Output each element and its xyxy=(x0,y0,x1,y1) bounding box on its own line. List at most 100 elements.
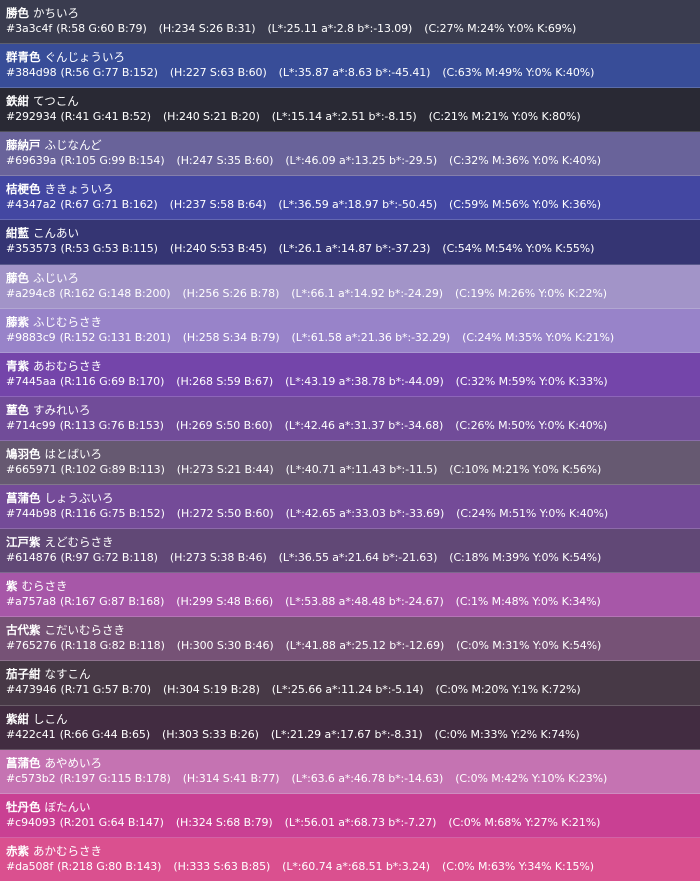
color-kana-reading: しょうぶいろ xyxy=(44,491,114,506)
color-hex-code: #765276 xyxy=(6,639,57,653)
color-name-line: 藤紫 ふじむらさき xyxy=(6,314,700,330)
color-name-line: 菖蒲色 しょうぶいろ xyxy=(6,490,700,506)
color-cmyk-value: (C:32% M:59% Y:0% K:33%) xyxy=(455,374,608,388)
color-hex-code: #4347a2 xyxy=(6,198,57,212)
color-name-line: 青紫 あおむらさき xyxy=(6,358,700,374)
color-rgb-value: (R:105 G:99 B:154) xyxy=(60,154,165,168)
color-kana-reading: なすこん xyxy=(44,667,91,682)
color-kana-reading: しこん xyxy=(33,711,68,726)
color-cmyk-value: (C:18% M:39% Y:0% K:54%) xyxy=(449,551,602,565)
color-rgb-value: (R:197 G:115 B:178) xyxy=(59,771,171,785)
color-name-line: 菫色 すみれいろ xyxy=(6,402,700,418)
color-hsb-value: (H:237 S:58 B:64) xyxy=(169,198,267,212)
color-name-line: 牡丹色 ぼたんい xyxy=(6,799,700,815)
color-kana-reading: あかむらさき xyxy=(33,843,102,858)
color-rgb-value: (R:56 G:77 B:152) xyxy=(60,66,158,80)
color-lab-value: (L*:41.88 a*:25.12 b*:-12.69) xyxy=(285,639,445,653)
color-hsb-value: (H:314 S:41 B:77) xyxy=(182,771,280,785)
color-cmyk-value: (C:0% M:63% Y:34% K:15%) xyxy=(442,859,594,873)
color-rgb-value: (R:41 G:41 B:52) xyxy=(60,110,152,124)
color-hsb-value: (H:268 S:59 B:67) xyxy=(176,374,274,388)
color-hsb-value: (H:240 S:53 B:45) xyxy=(169,242,267,256)
color-lab-value: (L*:36.59 a*:18.97 b*:-50.45) xyxy=(278,198,438,212)
color-name-line: 藤納戸 ふじなんど xyxy=(6,137,700,153)
color-cmyk-value: (C:21% M:21% Y:0% K:80%) xyxy=(428,110,581,124)
color-values-line: #da508f (R:218 G:80 B:143) (H:333 S:63 B:8… xyxy=(6,859,700,875)
color-name-line: 紫むらさき xyxy=(6,578,700,594)
color-rgb-value: (R:201 G:64 B:147) xyxy=(59,815,164,829)
color-kana-reading: ぼたんい xyxy=(44,799,91,814)
color-kanji-name: 古代紫 xyxy=(6,623,41,638)
color-kanji-name: 紺藍 xyxy=(6,226,29,241)
color-kanji-name: 菖蒲色 xyxy=(6,491,41,506)
color-lab-value: (L*:61.58 a*:21.36 b*:-32.29) xyxy=(291,330,451,344)
color-swatch-row: 菖蒲色 あやめいろ #c573b2 (R:197 G:115 B:178) (H:314… xyxy=(0,749,700,794)
color-values-line: #614876 (R:97 G:72 B:118) (H:273 S:38 B:46… xyxy=(6,550,700,566)
color-hsb-value: (H:324 S:68 B:79) xyxy=(175,815,273,829)
color-values-line: #765276 (R:118 G:82 B:118) (H:300 S:30 B:4… xyxy=(6,638,700,654)
color-swatch-row: 藤紫 ふじむらさき #9883c9 (R:152 G:131 B:201) (H:258… xyxy=(0,308,700,353)
color-kanji-name: 紫 xyxy=(6,579,18,594)
color-values-line: #a757a8 (R:167 G:87 B:168) (H:299 S:48 B:6… xyxy=(6,594,700,610)
color-values-line: #353573 (R:53 G:53 B:115) (H:240 S:53 B:45… xyxy=(6,241,700,257)
color-lab-value: (L*:35.87 a*:8.63 b*:-45.41) xyxy=(278,66,431,80)
color-kanji-name: 牡丹色 xyxy=(6,799,41,814)
color-hex-code: #473946 xyxy=(6,683,57,697)
color-name-line: 赤紫 あかむらさき xyxy=(6,843,700,859)
color-rgb-value: (R:67 G:71 B:162) xyxy=(60,198,158,212)
color-cmyk-value: (C:27% M:24% Y:0% K:69%) xyxy=(424,22,577,35)
color-swatch-row: 桔梗色 ききょういろ #4347a2 (R:67 G:71 B:162) (H:237 … xyxy=(0,176,700,221)
color-values-line: #744b98 (R:116 G:75 B:152) (H:272 S:50 B:6… xyxy=(6,506,700,522)
color-hex-code: #665971 xyxy=(6,462,57,476)
color-lab-value: (L*:46.09 a*:13.25 b*:-29.5) xyxy=(285,154,438,168)
color-cmyk-value: (C:26% M:50% Y:0% K:40%) xyxy=(455,418,608,432)
color-lab-value: (L*:56.01 a*:68.73 b*:-7.27) xyxy=(284,815,437,829)
color-kana-reading: えどむらさき xyxy=(44,535,114,550)
color-name-line: 古代紫 こだいむらさき xyxy=(6,622,700,638)
color-values-line: #384d98 (R:56 G:77 B:152) (H:227 S:63 B:60… xyxy=(6,65,700,81)
color-hsb-value: (H:256 S:26 B:78) xyxy=(182,286,280,300)
color-cmyk-value: (C:24% M:35% Y:0% K:21%) xyxy=(462,330,615,344)
color-hex-code: #614876 xyxy=(6,551,57,565)
color-values-line: #4347a2 (R:67 G:71 B:162) (H:237 S:58 B:64… xyxy=(6,197,700,213)
color-rgb-value: (R:71 G:57 B:70) xyxy=(60,683,152,697)
color-kanji-name: 藤色 xyxy=(6,270,29,285)
color-hex-code: #a757a8 xyxy=(6,595,56,609)
color-swatch-row: 青紫 あおむらさき #7445aa (R:116 G:69 B:170) (H:268 … xyxy=(0,352,700,397)
color-lab-value: (L*:63.6 a*:46.78 b*:-14.63) xyxy=(291,771,444,785)
color-rgb-value: (R:53 G:53 B:115) xyxy=(60,242,158,256)
color-kana-reading: あやめいろ xyxy=(44,755,103,770)
color-kanji-name: 赤紫 xyxy=(6,843,29,858)
color-name-line: 鉄紺 てつこん xyxy=(6,93,700,109)
color-lab-value: (L*:43.19 a*:38.78 b*:-44.09) xyxy=(285,374,444,388)
color-swatch-row: 紺藍 こんあい #353573 (R:53 G:53 B:115) (H:240 S:5… xyxy=(0,220,700,265)
color-hex-code: #422c41 xyxy=(6,727,56,741)
color-hex-code: #9883c9 xyxy=(6,330,56,344)
color-hex-code: #714c99 xyxy=(6,418,56,432)
color-cmyk-value: (C:54% M:54% Y:0% K:55%) xyxy=(442,242,595,256)
color-kanji-name: 江戸紫 xyxy=(6,535,41,550)
color-hex-code: #69639a xyxy=(6,154,57,168)
color-lab-value: (L*:42.46 a*:31.37 b*:-34.68) xyxy=(284,418,444,432)
color-cmyk-value: (C:0% M:31% Y:0% K:54%) xyxy=(456,639,602,653)
color-rgb-value: (R:162 G:148 B:200) xyxy=(59,286,171,300)
color-swatch-row: 菖蒲色 しょうぶいろ #744b98 (R:116 G:75 B:152) (H:272… xyxy=(0,485,700,530)
color-name-line: 勝色 かちいろ xyxy=(6,5,700,21)
color-cmyk-value: (C:10% M:21% Y:0% K:56%) xyxy=(449,462,602,476)
color-lab-value: (L*:40.71 a*:11.43 b*:-11.5) xyxy=(285,462,438,476)
color-kana-reading: むらさき xyxy=(21,579,68,594)
color-hsb-value: (H:247 S:35 B:60) xyxy=(176,154,274,168)
color-lab-value: (L*:21.29 a*:17.67 b*:-8.31) xyxy=(270,727,423,741)
color-swatch-row: 紫紺 しこん #422c41 (R:66 G:44 B:65) (H:303 S:33 … xyxy=(0,705,700,750)
color-values-line: #714c99 (R:113 G:76 B:153) (H:269 S:50 B:6… xyxy=(6,418,700,434)
color-swatch-row: 紫むらさき #a757a8 (R:167 G:87 B:168) (H:299 S:4… xyxy=(0,573,700,618)
color-kanji-name: 桔梗色 xyxy=(6,182,41,197)
color-lab-value: (L*:42.65 a*:33.03 b*:-33.69) xyxy=(285,507,445,521)
color-kanji-name: 鳩羽色 xyxy=(6,446,41,461)
color-hsb-value: (H:273 S:21 B:44) xyxy=(176,462,274,476)
color-rgb-value: (R:66 G:44 B:65) xyxy=(59,727,151,741)
color-hex-code: #384d98 xyxy=(6,66,57,80)
color-kanji-name: 鉄紺 xyxy=(6,94,29,109)
color-hex-code: #3a3c4f xyxy=(6,22,53,35)
color-lab-value: (L*:60.74 a*:68.51 b*:3.24) xyxy=(282,859,430,873)
